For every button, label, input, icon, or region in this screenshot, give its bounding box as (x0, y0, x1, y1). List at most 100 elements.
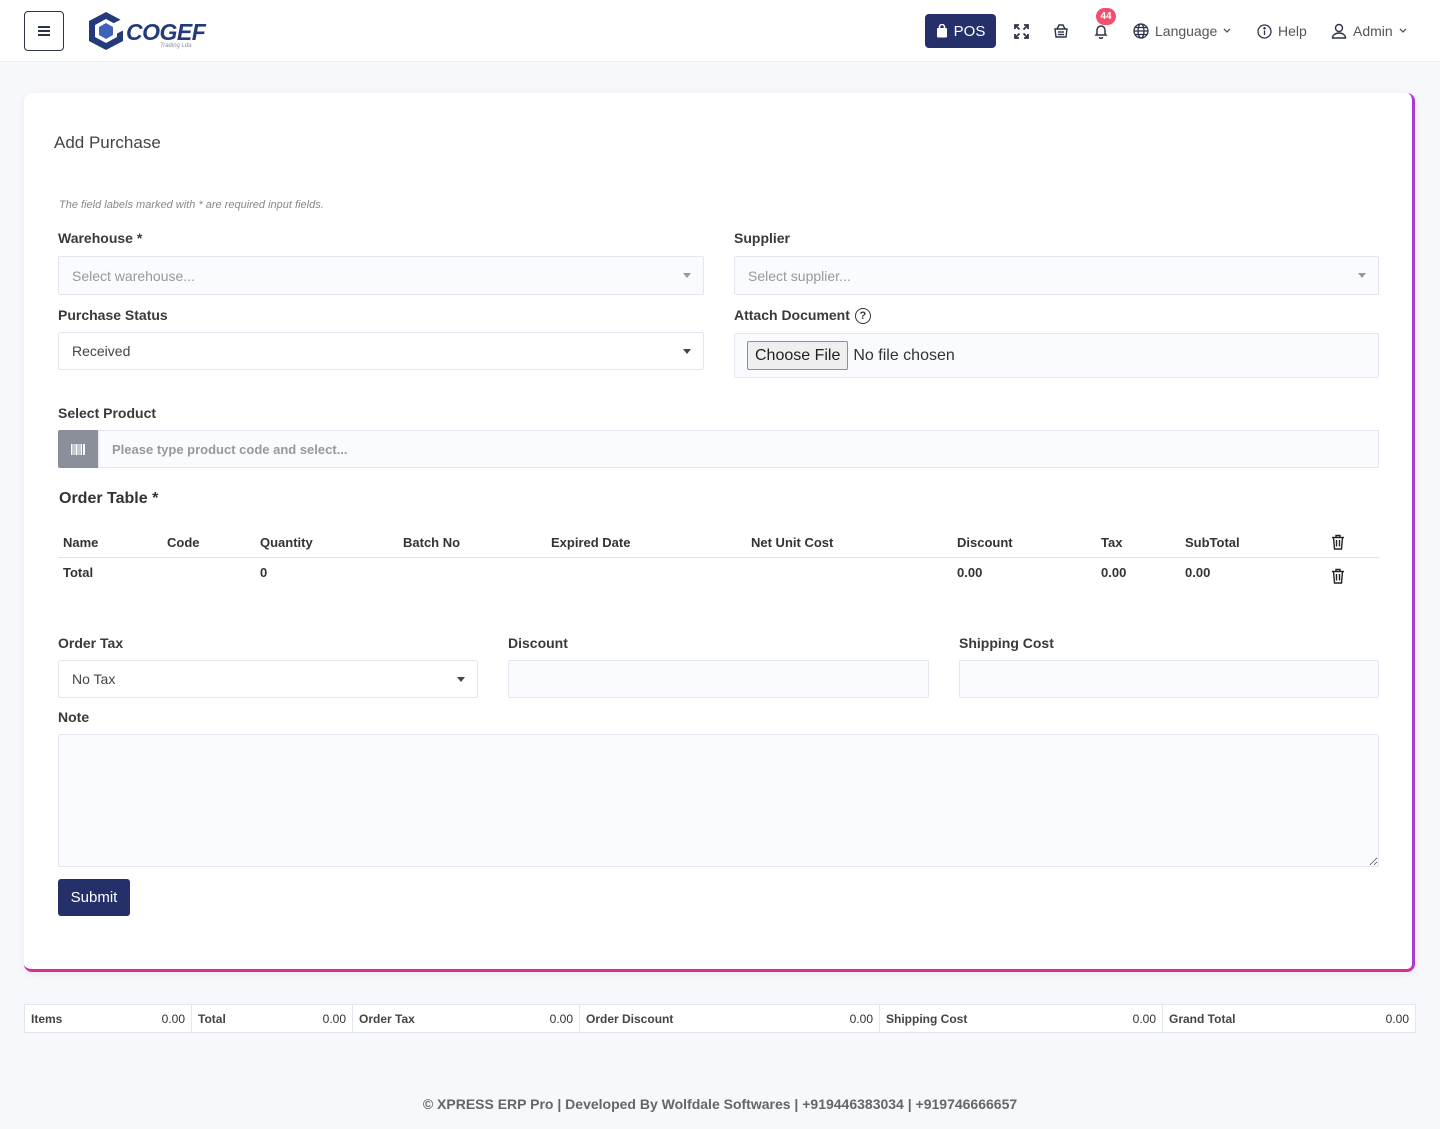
supplier-select[interactable]: Select supplier... (734, 256, 1379, 295)
barcode-addon (58, 430, 98, 468)
pos-button[interactable]: POS (925, 14, 996, 48)
column-header-net-unit-cost: Net Unit Cost (751, 535, 834, 550)
barcode-icon (71, 443, 85, 455)
attach-document-label: Attach Document? (734, 307, 871, 325)
column-header-subtotal: SubTotal (1185, 535, 1240, 550)
column-header-batch-no: Batch No (403, 535, 461, 550)
order-tax-select[interactable]: No Tax (58, 660, 478, 698)
column-header-name: Name (63, 535, 99, 550)
summary-value: 0.00 (549, 1011, 573, 1026)
info-icon (1257, 23, 1272, 39)
totals-summary-bar: Items 0.00 Total 0.00 Order Tax 0.00 Ord… (24, 1004, 1416, 1033)
chevron-down-icon (1399, 28, 1407, 33)
summary-shipping-cost: Shipping Cost 0.00 (880, 1005, 1163, 1032)
page-title: Add Purchase (54, 133, 161, 152)
user-menu-dropdown[interactable]: Admin (1331, 20, 1407, 42)
language-dropdown[interactable]: Language (1133, 20, 1231, 42)
total-row-quantity: 0 (260, 565, 268, 580)
summary-value: 0.00 (161, 1011, 185, 1026)
shipping-cost-input[interactable] (959, 660, 1379, 698)
discount-input[interactable] (508, 660, 929, 698)
table-header-divider (58, 557, 1379, 558)
trash-icon (1332, 534, 1344, 550)
summary-value: 0.00 (1385, 1011, 1409, 1026)
supplier-label: Supplier (734, 230, 791, 246)
summary-order-discount: Order Discount 0.00 (580, 1005, 880, 1032)
total-row-label: Total (63, 565, 94, 580)
summary-label: Order Tax (359, 1011, 415, 1026)
order-tax-value: No Tax (72, 671, 116, 687)
purchase-status-value: Received (72, 343, 131, 359)
purchase-status-select[interactable]: Received (58, 332, 704, 370)
file-status-text: No file chosen (853, 346, 955, 364)
order-tax-label: Order Tax (58, 635, 124, 651)
discount-label: Discount (508, 635, 568, 651)
cash-register-button[interactable] (1050, 20, 1072, 42)
pos-button-label: POS (953, 22, 986, 40)
trash-icon[interactable] (1331, 568, 1345, 584)
order-table-title: Order Table * (59, 490, 159, 507)
top-navbar: COGEF Trading Lda POS 44 Language Help A… (0, 0, 1440, 62)
attach-document-label-text: Attach Document (734, 307, 850, 323)
product-search-input[interactable]: Please type product code and select... (98, 430, 1379, 468)
column-header-discount: Discount (957, 535, 1013, 550)
caret-down-icon (457, 677, 465, 682)
warehouse-select[interactable]: Select warehouse... (58, 256, 704, 295)
attach-document-input: Choose File No file chosen (734, 333, 1379, 378)
shipping-cost-label: Shipping Cost (959, 635, 1054, 651)
column-header-tax: Tax (1101, 535, 1123, 550)
note-textarea[interactable] (58, 734, 1379, 867)
fullscreen-button[interactable] (1010, 20, 1032, 42)
sidebar-toggle-button[interactable] (24, 11, 64, 51)
caret-down-icon (683, 349, 691, 354)
submit-button[interactable]: Submit (58, 879, 130, 916)
warehouse-placeholder: Select warehouse... (72, 267, 195, 284)
bell-icon (1094, 25, 1108, 39)
caret-down-icon (683, 273, 691, 278)
shopping-bag-icon (936, 24, 947, 38)
expand-icon (1013, 23, 1029, 39)
product-search-placeholder: Please type product code and select... (112, 441, 348, 457)
language-label: Language (1155, 23, 1218, 39)
summary-label: Shipping Cost (886, 1011, 968, 1026)
help-label: Help (1278, 23, 1307, 39)
summary-grand-total: Grand Total 0.00 (1163, 1005, 1415, 1032)
choose-file-button[interactable]: Choose File (747, 341, 849, 370)
column-header-expired-date: Expired Date (551, 535, 631, 550)
column-header-quantity: Quantity (260, 535, 313, 550)
logo-text: COGEF (126, 19, 206, 45)
summary-label: Grand Total (1169, 1011, 1236, 1026)
hamburger-icon (38, 26, 50, 36)
logo-subtitle: Trading Lda (160, 43, 192, 49)
company-logo[interactable]: COGEF Trading Lda (86, 10, 206, 52)
total-row-subtotal: 0.00 (1185, 565, 1211, 580)
chevron-down-icon (1223, 28, 1231, 33)
purchase-status-label: Purchase Status (58, 307, 168, 323)
globe-icon (1133, 23, 1149, 39)
caret-down-icon (1358, 273, 1366, 278)
summary-total: Total 0.00 (192, 1005, 353, 1032)
required-fields-hint: The field labels marked with * are requi… (59, 199, 324, 211)
supplier-placeholder: Select supplier... (748, 267, 851, 284)
warehouse-label: Warehouse * (58, 230, 143, 246)
summary-label: Order Discount (586, 1011, 674, 1026)
summary-items: Items 0.00 (25, 1005, 192, 1032)
summary-value: 0.00 (1132, 1011, 1156, 1026)
notification-count-badge: 44 (1096, 8, 1116, 25)
total-row-discount: 0.00 (957, 565, 983, 580)
summary-value: 0.00 (849, 1011, 873, 1026)
total-row-tax: 0.00 (1101, 565, 1127, 580)
question-circle-icon[interactable]: ? (854, 308, 871, 325)
column-header-code: Code (167, 535, 200, 550)
select-product-label: Select Product (58, 405, 157, 421)
user-icon (1331, 23, 1347, 39)
summary-value: 0.00 (322, 1011, 346, 1026)
help-link[interactable]: Help (1257, 20, 1307, 42)
logo-mark-icon (89, 12, 124, 50)
add-purchase-card: Add Purchase The field labels marked wit… (24, 93, 1415, 972)
page-footer: © XPRESS ERP Pro | Developed By Wolfdale… (422, 1096, 1018, 1112)
summary-label: Items (31, 1011, 63, 1026)
cash-register-icon (1054, 24, 1068, 38)
summary-order-tax: Order Tax 0.00 (353, 1005, 580, 1032)
note-label: Note (58, 709, 90, 725)
